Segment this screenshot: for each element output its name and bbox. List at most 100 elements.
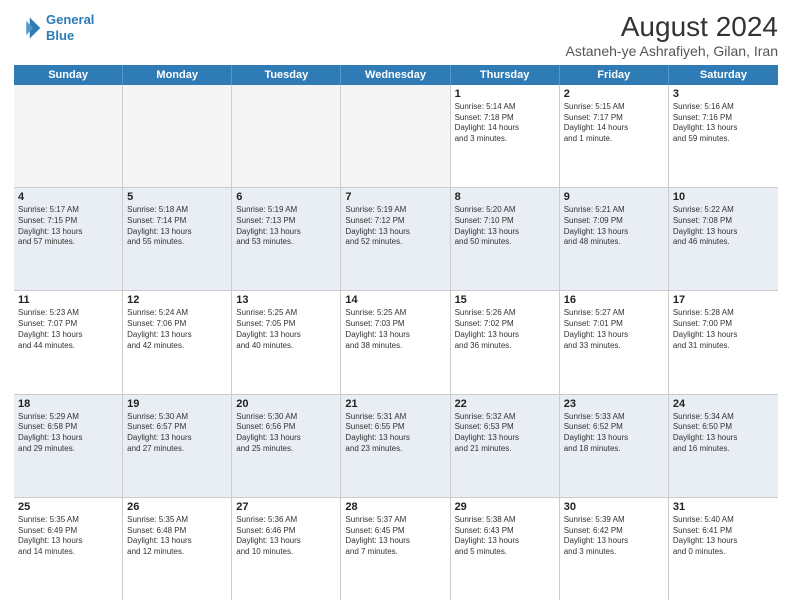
cell-text: Daylight: 13 hours <box>345 330 445 341</box>
cell-text: Sunrise: 5:29 AM <box>18 412 118 423</box>
table-row: 10Sunrise: 5:22 AMSunset: 7:08 PMDayligh… <box>669 188 778 290</box>
cell-text: Sunset: 6:53 PM <box>455 422 555 433</box>
table-row: 22Sunrise: 5:32 AMSunset: 6:53 PMDayligh… <box>451 395 560 497</box>
cell-text: and 31 minutes. <box>673 341 774 352</box>
cell-text: Sunrise: 5:35 AM <box>18 515 118 526</box>
table-row: 14Sunrise: 5:25 AMSunset: 7:03 PMDayligh… <box>341 291 450 393</box>
cell-text: Sunset: 7:06 PM <box>127 319 227 330</box>
day-number: 6 <box>236 191 336 203</box>
cell-text: Sunset: 6:56 PM <box>236 422 336 433</box>
cell-text: and 23 minutes. <box>345 444 445 455</box>
cell-text: and 16 minutes. <box>673 444 774 455</box>
cell-text: Sunrise: 5:34 AM <box>673 412 774 423</box>
cell-text: and 14 minutes. <box>18 547 118 558</box>
cell-text: Daylight: 13 hours <box>673 330 774 341</box>
cell-text: and 18 minutes. <box>564 444 664 455</box>
logo-line1: General <box>46 12 94 27</box>
cell-text: and 57 minutes. <box>18 237 118 248</box>
cell-text: Sunset: 7:16 PM <box>673 113 774 124</box>
day-number: 4 <box>18 191 118 203</box>
cell-text: Sunset: 6:52 PM <box>564 422 664 433</box>
cell-text: Daylight: 13 hours <box>673 433 774 444</box>
cell-text: and 46 minutes. <box>673 237 774 248</box>
cell-text: Sunset: 7:01 PM <box>564 319 664 330</box>
cell-text: Sunrise: 5:38 AM <box>455 515 555 526</box>
cell-text: Sunrise: 5:18 AM <box>127 205 227 216</box>
calendar-subtitle: Astaneh-ye Ashrafiyeh, Gilan, Iran <box>566 43 778 59</box>
day-number: 30 <box>564 501 664 513</box>
day-number: 24 <box>673 398 774 410</box>
cell-text: Sunset: 7:12 PM <box>345 216 445 227</box>
cell-text: Sunrise: 5:25 AM <box>236 308 336 319</box>
day-number: 15 <box>455 294 555 306</box>
day-number: 13 <box>236 294 336 306</box>
day-number: 11 <box>18 294 118 306</box>
cell-text: Sunset: 7:17 PM <box>564 113 664 124</box>
page: General Blue August 2024 Astaneh-ye Ashr… <box>0 0 792 612</box>
cell-text: Sunset: 6:57 PM <box>127 422 227 433</box>
cell-text: Daylight: 13 hours <box>18 330 118 341</box>
logo-text: General Blue <box>46 12 94 43</box>
table-row: 11Sunrise: 5:23 AMSunset: 7:07 PMDayligh… <box>14 291 123 393</box>
table-row: 4Sunrise: 5:17 AMSunset: 7:15 PMDaylight… <box>14 188 123 290</box>
day-number: 1 <box>455 88 555 100</box>
cell-text: Sunrise: 5:31 AM <box>345 412 445 423</box>
day-number: 8 <box>455 191 555 203</box>
cell-text: and 59 minutes. <box>673 134 774 145</box>
cell-text: Sunset: 6:50 PM <box>673 422 774 433</box>
cell-text: Daylight: 13 hours <box>455 433 555 444</box>
cell-text: and 36 minutes. <box>455 341 555 352</box>
header-saturday: Saturday <box>669 65 778 85</box>
day-number: 31 <box>673 501 774 513</box>
cell-text: and 48 minutes. <box>564 237 664 248</box>
cell-text: Sunset: 7:00 PM <box>673 319 774 330</box>
cell-text: Sunrise: 5:19 AM <box>236 205 336 216</box>
table-row: 8Sunrise: 5:20 AMSunset: 7:10 PMDaylight… <box>451 188 560 290</box>
logo: General Blue <box>14 12 94 43</box>
cell-text: Daylight: 13 hours <box>673 536 774 547</box>
cell-text: and 53 minutes. <box>236 237 336 248</box>
cell-text: Sunrise: 5:30 AM <box>127 412 227 423</box>
day-number: 17 <box>673 294 774 306</box>
day-number: 12 <box>127 294 227 306</box>
table-row: 25Sunrise: 5:35 AMSunset: 6:49 PMDayligh… <box>14 498 123 600</box>
cell-text: Sunrise: 5:32 AM <box>455 412 555 423</box>
day-number: 16 <box>564 294 664 306</box>
day-number: 21 <box>345 398 445 410</box>
cell-text: Daylight: 13 hours <box>564 330 664 341</box>
cell-text: Sunset: 6:55 PM <box>345 422 445 433</box>
cell-text: Sunrise: 5:17 AM <box>18 205 118 216</box>
cell-text: Sunset: 7:02 PM <box>455 319 555 330</box>
day-number: 10 <box>673 191 774 203</box>
cell-text: Daylight: 13 hours <box>345 227 445 238</box>
table-row: 26Sunrise: 5:35 AMSunset: 6:48 PMDayligh… <box>123 498 232 600</box>
calendar-week-1: 1Sunrise: 5:14 AMSunset: 7:18 PMDaylight… <box>14 85 778 188</box>
cell-text: Sunset: 6:46 PM <box>236 526 336 537</box>
day-number: 14 <box>345 294 445 306</box>
cell-text: Daylight: 13 hours <box>18 536 118 547</box>
day-number: 9 <box>564 191 664 203</box>
cell-text: Sunset: 7:10 PM <box>455 216 555 227</box>
table-row: 5Sunrise: 5:18 AMSunset: 7:14 PMDaylight… <box>123 188 232 290</box>
cell-text: Sunrise: 5:26 AM <box>455 308 555 319</box>
table-row: 13Sunrise: 5:25 AMSunset: 7:05 PMDayligh… <box>232 291 341 393</box>
cell-text: Daylight: 13 hours <box>455 330 555 341</box>
header-tuesday: Tuesday <box>232 65 341 85</box>
cell-text: and 1 minute. <box>564 134 664 145</box>
table-row: 31Sunrise: 5:40 AMSunset: 6:41 PMDayligh… <box>669 498 778 600</box>
cell-text: and 29 minutes. <box>18 444 118 455</box>
table-row: 16Sunrise: 5:27 AMSunset: 7:01 PMDayligh… <box>560 291 669 393</box>
cell-text: Sunset: 7:09 PM <box>564 216 664 227</box>
cell-text: Sunrise: 5:30 AM <box>236 412 336 423</box>
cell-text: Daylight: 13 hours <box>455 536 555 547</box>
calendar-header: Sunday Monday Tuesday Wednesday Thursday… <box>14 65 778 85</box>
cell-text: Daylight: 13 hours <box>564 536 664 547</box>
cell-text: Sunrise: 5:22 AM <box>673 205 774 216</box>
day-number: 3 <box>673 88 774 100</box>
table-row: 19Sunrise: 5:30 AMSunset: 6:57 PMDayligh… <box>123 395 232 497</box>
day-number: 29 <box>455 501 555 513</box>
table-row <box>341 85 450 187</box>
cell-text: Sunset: 6:49 PM <box>18 526 118 537</box>
header-monday: Monday <box>123 65 232 85</box>
table-row: 6Sunrise: 5:19 AMSunset: 7:13 PMDaylight… <box>232 188 341 290</box>
